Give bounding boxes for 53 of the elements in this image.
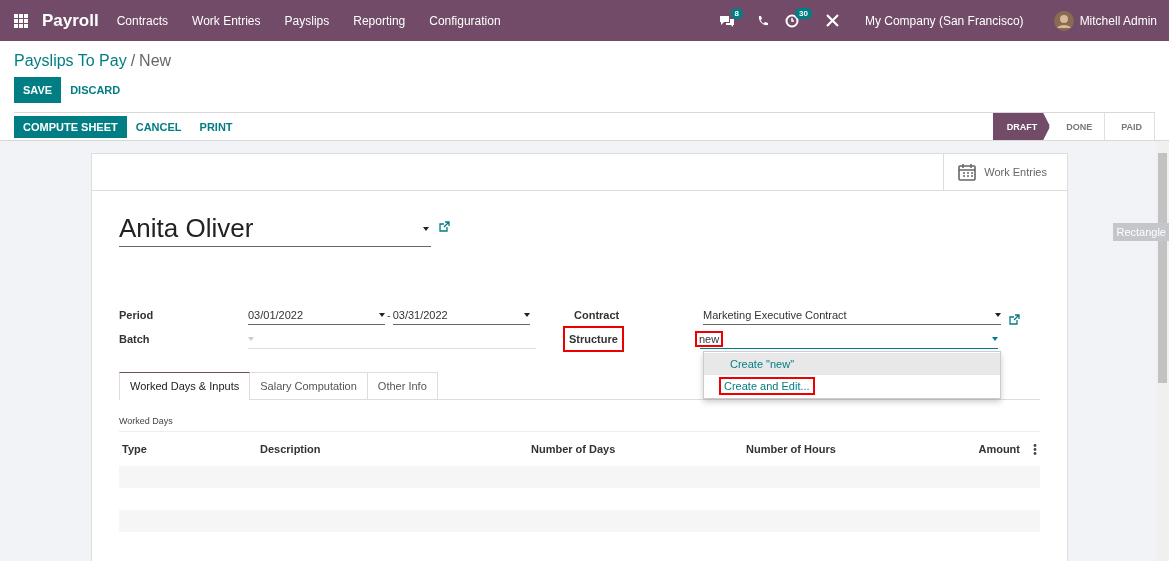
message-count-badge: 8 [730,7,743,19]
tab[interactable]: Other Info [367,372,438,399]
column-header[interactable]: Amount [950,443,1020,455]
date-field[interactable]: 03/01/2022 [248,305,385,325]
column-header[interactable]: Type [122,443,260,455]
phone-icon[interactable] [757,14,769,27]
status-stage[interactable]: DONE [1050,113,1106,140]
user-avatar-icon[interactable] [1053,10,1074,31]
status-stage[interactable]: DRAFT [992,113,1051,140]
section-title: Worked Days [119,416,1040,432]
tab[interactable]: Worked Days & Inputs [119,372,251,400]
company-switcher[interactable]: My Company (San Francisco) [864,13,1024,28]
date-field[interactable]: 03/31/2022 [392,305,530,325]
external-link-icon[interactable] [1009,313,1020,325]
action-button[interactable]: PRINT [190,115,242,138]
column-header[interactable]: Number of Hours [746,443,950,455]
kebab-menu-icon[interactable] [1033,443,1037,455]
tools-icon[interactable] [825,14,839,27]
save-button[interactable]: SAVE [14,77,62,103]
activity-count-badge: 30 [795,7,812,19]
menu-item[interactable]: Payslips [284,13,330,28]
field-label: Contract [574,309,621,321]
dropdown-option[interactable]: Create "new" [704,353,1000,375]
field-label: Batch [119,333,151,345]
range-separator: - [387,309,391,321]
app-title[interactable]: Payroll [42,10,99,31]
status-stage[interactable]: PAID [1105,113,1155,140]
calendar-icon [958,163,977,181]
external-link-icon[interactable] [439,221,450,232]
column-header[interactable]: Description [260,443,531,455]
action-button[interactable]: COMPUTE SHEET [14,115,127,138]
apps-menu-icon[interactable] [14,13,28,28]
breadcrumb-separator: / [130,52,136,69]
tooltip: Rectangle [1113,223,1169,241]
menu-item[interactable]: Configuration [429,13,501,28]
field-label: Period [119,309,155,321]
tab[interactable]: Salary Computation [250,372,368,399]
clock-icon[interactable] [785,13,799,28]
chat-icon[interactable] [718,13,735,28]
action-button[interactable]: CANCEL [126,115,191,138]
menu-item[interactable]: Work Entries [192,13,261,28]
column-header[interactable]: Number of Days [531,443,746,455]
employee-field[interactable]: Anita Oliver [119,213,431,247]
caret-icon [423,226,429,231]
breadcrumb-current: New [139,52,172,69]
contract-field[interactable]: Marketing Executive Contract [703,305,1001,325]
menu-item[interactable]: Contracts [116,13,169,28]
user-menu[interactable]: Mitchell Admin [1079,13,1157,28]
discard-button[interactable]: DISCARD [61,77,130,103]
menu-item[interactable]: Reporting [353,13,406,28]
breadcrumb-link[interactable]: Payslips To Pay [14,52,127,69]
field-label: Structure [565,328,622,350]
dropdown-option[interactable]: Create and Edit... [704,375,1000,397]
